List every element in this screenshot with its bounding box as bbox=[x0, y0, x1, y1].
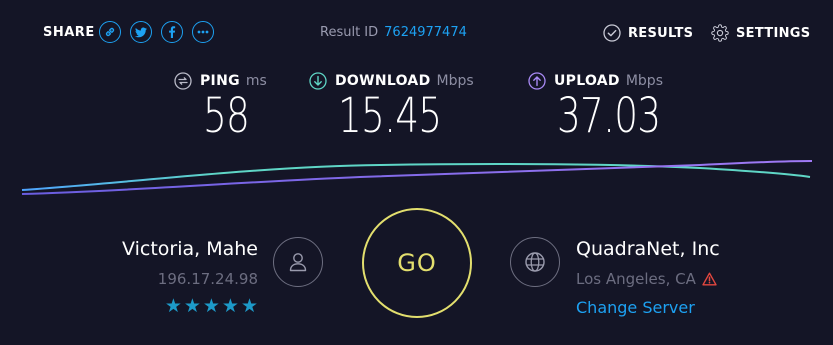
results-nav-button[interactable]: RESULTS bbox=[603, 24, 693, 42]
ping-icon bbox=[174, 72, 192, 90]
download-unit: Mbps bbox=[436, 73, 474, 89]
globe-icon bbox=[525, 252, 545, 272]
warning-icon bbox=[702, 272, 717, 286]
go-button[interactable]: GO bbox=[362, 208, 472, 318]
result-id-prefix: Result ID bbox=[320, 25, 379, 40]
upload-wave bbox=[21, 160, 813, 195]
more-icon bbox=[197, 30, 209, 34]
upload-arrow-icon bbox=[528, 72, 546, 90]
gear-icon bbox=[711, 24, 729, 42]
isp-ip-address: 196.17.24.98 bbox=[157, 270, 258, 288]
upload-label: UPLOAD bbox=[554, 73, 620, 89]
isp-rating-stars[interactable]: ★★★★★ bbox=[150, 295, 260, 317]
share-twitter-button[interactable] bbox=[130, 21, 152, 43]
share-more-button[interactable] bbox=[192, 21, 214, 43]
download-value: 15.45 bbox=[338, 88, 442, 144]
isp-name: Victoria, Mahe bbox=[122, 238, 258, 260]
globe-circle bbox=[510, 237, 560, 287]
download-label: DOWNLOAD bbox=[335, 73, 431, 89]
result-id-link[interactable]: 7624977474 bbox=[384, 25, 467, 40]
user-circle bbox=[273, 237, 323, 287]
settings-nav-button[interactable]: SETTINGS bbox=[711, 24, 810, 42]
share-link-button[interactable] bbox=[99, 21, 121, 43]
twitter-icon bbox=[135, 27, 147, 37]
result-id-label: Result ID 7624977474 bbox=[320, 25, 467, 40]
settings-label: SETTINGS bbox=[736, 25, 811, 41]
upload-value: 37.03 bbox=[557, 88, 661, 144]
speed-wave-graph bbox=[21, 160, 813, 195]
ping-unit: ms bbox=[245, 73, 267, 89]
link-icon bbox=[105, 27, 115, 37]
server-name: QuadraNet, Inc bbox=[576, 238, 720, 260]
download-wave bbox=[21, 163, 811, 191]
server-location-row: Los Angeles, CA bbox=[576, 270, 717, 288]
download-arrow-icon bbox=[309, 72, 327, 90]
results-label: RESULTS bbox=[628, 25, 694, 41]
user-icon bbox=[289, 253, 307, 272]
facebook-icon bbox=[169, 26, 176, 38]
ping-label: PING bbox=[200, 73, 240, 89]
ping-value: 58 bbox=[203, 88, 250, 144]
server-location: Los Angeles, CA bbox=[576, 270, 696, 288]
change-server-link[interactable]: Change Server bbox=[576, 298, 695, 317]
upload-unit: Mbps bbox=[625, 73, 663, 89]
check-circle-icon bbox=[603, 24, 621, 42]
share-label: SHARE bbox=[43, 25, 95, 40]
share-facebook-button[interactable] bbox=[161, 21, 183, 43]
